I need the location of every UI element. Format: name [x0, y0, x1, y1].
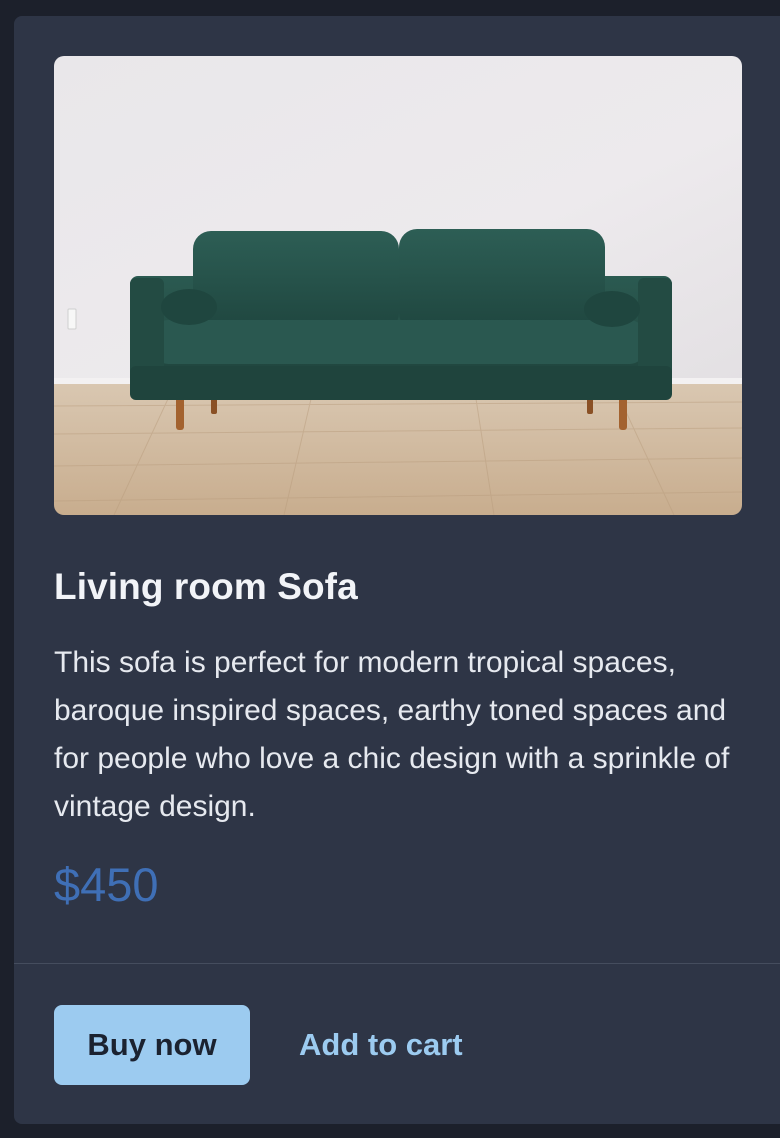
product-description: This sofa is perfect for modern tropical… [54, 646, 730, 823]
product-title: Living room Sofa [54, 566, 358, 607]
card-body: Living room Sofa This sofa is perfect fo… [14, 16, 780, 915]
card-divider [14, 963, 780, 964]
product-price: $450 [54, 858, 159, 911]
add-to-cart-button[interactable]: Add to cart [299, 1027, 463, 1063]
product-image [54, 56, 742, 515]
buy-now-button[interactable]: Buy now [54, 1005, 250, 1085]
product-card: Living room Sofa This sofa is perfect fo… [14, 16, 780, 1124]
card-actions: Buy now Add to cart [54, 1005, 463, 1085]
